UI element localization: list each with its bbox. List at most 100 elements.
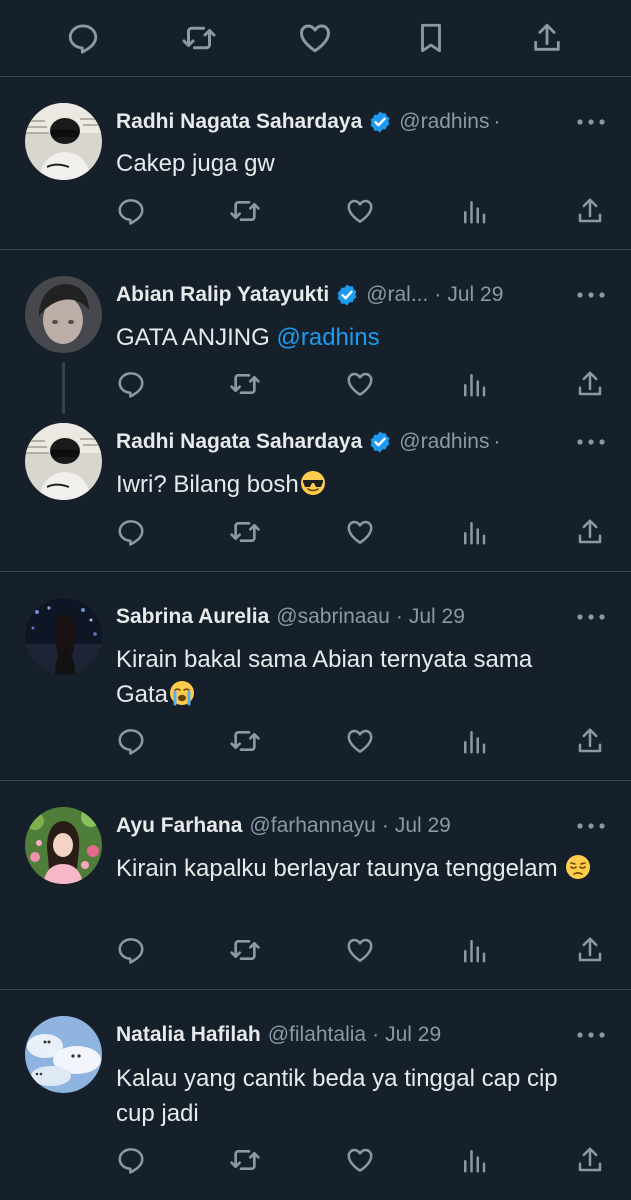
tweet-actions: [0, 193, 631, 229]
display-name[interactable]: Radhi Nagata Sahardaya: [116, 430, 362, 454]
avatar[interactable]: [25, 423, 102, 500]
mention-link[interactable]: @radhins: [276, 324, 379, 351]
reply-icon[interactable]: [113, 193, 149, 229]
views-icon[interactable]: [456, 514, 492, 550]
tweet-date[interactable]: Jul 29: [447, 283, 503, 307]
separator-dot: ·: [372, 1023, 380, 1046]
display-name[interactable]: Sabrina Aurelia: [116, 605, 269, 629]
bookmark-icon[interactable]: [413, 20, 449, 56]
sunglasses-emoji-icon: [300, 471, 325, 495]
thread-connector-line: [62, 362, 65, 414]
reply-icon[interactable]: [113, 1142, 149, 1178]
handle[interactable]: @radhins: [399, 430, 489, 454]
tweet-actions: [0, 723, 631, 759]
tweet-header: Sabrina Aurelia @sabrinaau · Jul 29: [116, 602, 465, 632]
tweet-header: Ayu Farhana @farhannayu · Jul 29: [116, 811, 451, 841]
retweet-icon[interactable]: [227, 932, 263, 968]
retweet-icon[interactable]: [227, 366, 263, 402]
top-action-bar: [0, 0, 631, 77]
display-name[interactable]: Radhi Nagata Sahardaya: [116, 110, 362, 134]
reply-icon[interactable]: [113, 366, 149, 402]
display-name[interactable]: Abian Ralip Yatayukti: [116, 283, 329, 307]
tweet-date[interactable]: Jul 29: [395, 814, 451, 838]
like-icon[interactable]: [342, 932, 378, 968]
share-icon[interactable]: [572, 932, 608, 968]
tweet-actions: [0, 514, 631, 550]
views-icon[interactable]: [456, 193, 492, 229]
avatar[interactable]: [25, 807, 102, 884]
share-icon[interactable]: [572, 366, 608, 402]
tweet-header: Radhi Nagata Sahardaya @radhins ·: [116, 107, 506, 137]
retweet-icon[interactable]: [181, 20, 217, 56]
retweet-icon[interactable]: [227, 723, 263, 759]
handle[interactable]: @radhins: [399, 110, 489, 134]
reply-icon[interactable]: [113, 932, 149, 968]
retweet-icon[interactable]: [227, 1142, 263, 1178]
like-icon[interactable]: [342, 723, 378, 759]
handle[interactable]: @ral...: [366, 283, 428, 307]
views-icon[interactable]: [456, 932, 492, 968]
more-options-icon[interactable]: [574, 432, 608, 452]
separator-dot: ·: [395, 605, 403, 628]
tweet-date[interactable]: Jul 29: [409, 605, 465, 629]
more-options-icon[interactable]: [574, 285, 608, 305]
tweet-text: Kalau yang cantik beda ya tinggal cap ci…: [116, 1065, 558, 1127]
verified-badge-icon: [368, 110, 392, 134]
pensive-emoji-icon: [566, 855, 591, 879]
avatar[interactable]: [25, 598, 102, 675]
avatar[interactable]: [25, 103, 102, 180]
tweet-header: Abian Ralip Yatayukti @ral... · Jul 29: [116, 280, 503, 310]
separator-dot: ·: [493, 430, 501, 453]
views-icon[interactable]: [456, 1142, 492, 1178]
like-icon[interactable]: [342, 514, 378, 550]
tweet-actions: [0, 1142, 631, 1178]
reply-icon[interactable]: [65, 20, 101, 56]
retweet-icon[interactable]: [227, 193, 263, 229]
avatar[interactable]: [25, 1016, 102, 1093]
reply-icon[interactable]: [113, 723, 149, 759]
tweet-actions: [0, 932, 631, 968]
tweet-text: Cakep juga gw: [116, 150, 275, 177]
like-icon[interactable]: [297, 20, 333, 56]
avatar[interactable]: [25, 276, 102, 353]
divider: [0, 249, 631, 250]
separator-dot: ·: [493, 110, 501, 133]
separator-dot: ·: [381, 814, 389, 837]
tweet-header: Natalia Hafilah @filahtalia · Jul 29: [116, 1020, 441, 1050]
separator-dot: ·: [434, 283, 442, 306]
share-icon[interactable]: [572, 193, 608, 229]
more-options-icon[interactable]: [574, 112, 608, 132]
retweet-icon[interactable]: [227, 514, 263, 550]
share-icon[interactable]: [572, 514, 608, 550]
views-icon[interactable]: [456, 366, 492, 402]
tweet-text: Iwri? Bilang bosh: [116, 467, 596, 502]
tweet-text: Kirain bakal sama Abian ternyata sama Ga…: [116, 646, 533, 708]
share-icon[interactable]: [572, 723, 608, 759]
like-icon[interactable]: [342, 193, 378, 229]
more-options-icon[interactable]: [574, 607, 608, 627]
tweet-actions: [0, 366, 631, 402]
verified-badge-icon: [335, 283, 359, 307]
more-options-icon[interactable]: [574, 816, 608, 836]
views-icon[interactable]: [456, 723, 492, 759]
share-icon[interactable]: [529, 20, 565, 56]
crying-emoji-icon: [170, 681, 195, 706]
reply-icon[interactable]: [113, 514, 149, 550]
display-name[interactable]: Natalia Hafilah: [116, 1023, 261, 1047]
share-icon[interactable]: [572, 1142, 608, 1178]
verified-badge-icon: [368, 430, 392, 454]
tweet-text: GATA ANJING @radhins: [116, 324, 380, 351]
divider: [0, 571, 631, 572]
display-name[interactable]: Ayu Farhana: [116, 814, 242, 838]
tweet-text: Kirain kapalku berlayar taunya tenggelam: [116, 851, 596, 886]
handle[interactable]: @filahtalia: [268, 1023, 366, 1047]
handle[interactable]: @sabrinaau: [276, 605, 390, 629]
tweet-date[interactable]: Jul 29: [385, 1023, 441, 1047]
divider: [0, 780, 631, 781]
divider: [0, 989, 631, 990]
like-icon[interactable]: [342, 366, 378, 402]
more-options-icon[interactable]: [574, 1025, 608, 1045]
like-icon[interactable]: [342, 1142, 378, 1178]
handle[interactable]: @farhannayu: [249, 814, 375, 838]
tweet-header: Radhi Nagata Sahardaya @radhins ·: [116, 427, 506, 457]
